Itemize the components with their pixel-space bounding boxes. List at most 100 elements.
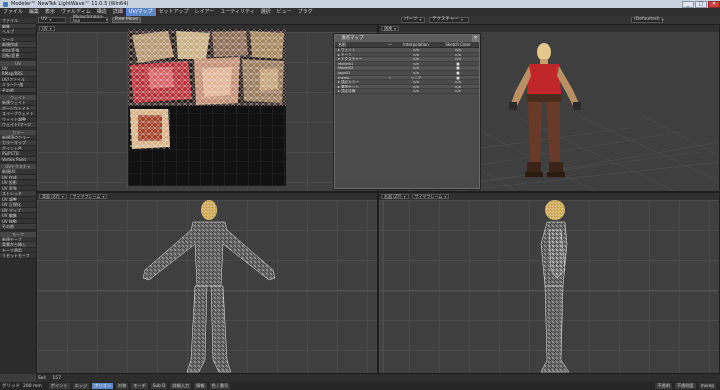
menu-setup[interactable]: セットアップ (156, 8, 192, 16)
menubar: ファイル 編集 表示 ヴァルディム 構造 詳細 UV/マップ セットアップ レイ… (0, 8, 720, 16)
close-button[interactable]: ✕ (708, 0, 720, 8)
shading-select[interactable]: ワイヤフレーム ▾ (411, 193, 450, 199)
row-sketch-color: n/a (455, 57, 461, 62)
maximize-button[interactable]: □ (695, 0, 707, 8)
column-name[interactable]: 名前 (335, 42, 385, 47)
row-interpolation: n/a (413, 89, 419, 94)
chevron-down-icon: ▾ (49, 17, 52, 22)
mode-button[interactable]: 色 / 番号 (209, 383, 231, 389)
row-active-check[interactable] (385, 57, 395, 61)
row-active-check[interactable] (385, 66, 395, 70)
row-sketch-color: n/a (455, 84, 461, 89)
status-line: Sel: 157 (36, 374, 720, 382)
close-icon[interactable]: ✕ (472, 35, 479, 42)
chevron-down-icon: ▾ (61, 193, 64, 199)
shading-select[interactable]: ワイヤフレーム ▾ (69, 193, 108, 199)
sidebar-tool-button[interactable]: その他 (0, 224, 36, 230)
menu-viewport[interactable]: ビュー (274, 8, 295, 16)
layout-select[interactable]: (Defaulted) ▾ (631, 17, 664, 23)
mode-button[interactable]: 情報 (194, 383, 207, 389)
bottom-right-control[interactable]: mxrep (698, 383, 716, 389)
row-active-check[interactable]: ✓ (385, 76, 395, 80)
bottom-right-control[interactable]: 不透明 (655, 383, 672, 389)
row-sketch-color: ■ (456, 75, 460, 80)
mode-button[interactable]: モーデ (131, 383, 148, 389)
chevron-down-icon: ▾ (105, 17, 108, 22)
chevron-down-icon: ▾ (419, 17, 422, 22)
texture-select[interactable]: テクスチャー ▾ (429, 17, 470, 23)
selection-label: Sel: (38, 375, 47, 381)
menu-plugin[interactable]: プラグ (295, 8, 316, 16)
view-type-select[interactable]: 透視 ▾ (381, 25, 400, 31)
minimize-button[interactable]: _ (682, 0, 694, 8)
row-sketch-color: n/a (455, 48, 461, 52)
tool-sidebar: ファイル 編集 ヘルプ ツール 新規作成 追加/変換 回転/変更 UV UV RMap/RRS UV… (0, 16, 36, 374)
row-interpolation: n/a (413, 52, 419, 57)
menu-layer[interactable]: レイアー (192, 8, 218, 16)
mode-button[interactable]: Sub D (150, 383, 168, 389)
sidebar-tool-button[interactable]: Vertex Paint (0, 156, 36, 162)
free-move-button[interactable]: Free Move (112, 17, 142, 23)
shading-label: ワイヤフレーム (414, 193, 443, 199)
row-active-check[interactable] (385, 80, 395, 84)
mode-button[interactable]: ポリゴン (92, 383, 113, 389)
row-active-check[interactable] (385, 48, 395, 52)
toolbar: UV ▾ Mxrechmann-tex ▾ Free Move パーツ ▾ テクスチャ… (36, 15, 720, 24)
row-active-check[interactable] (385, 89, 395, 93)
sidebar-tool-button[interactable]: ウェイト/マージ (0, 122, 36, 128)
mode-button[interactable]: ポイント (48, 383, 70, 389)
uv-texture-map[interactable] (128, 29, 286, 186)
panel-titlebar[interactable]: 頂点マップ ✕ (335, 35, 479, 42)
view-type-select[interactable]: UV ▾ (39, 26, 55, 31)
menu-file[interactable]: ファイル (0, 8, 26, 16)
mode-button[interactable]: 対称 (115, 383, 129, 389)
menu-utility[interactable]: ユーティリティ (217, 8, 257, 16)
row-sketch-color: ■ (456, 70, 460, 75)
row-active-check[interactable] (385, 53, 395, 57)
row-name: Model01 (338, 61, 354, 66)
menu-select[interactable]: 選択 (258, 8, 274, 16)
chevron-down-icon: ▾ (394, 25, 397, 31)
sidebar-tool-button[interactable]: その他 (0, 87, 36, 93)
vertex-map-panel[interactable]: 頂点マップ ✕ 名前 — Interpolation Sketch Color … (334, 34, 480, 189)
menu-uvmap[interactable]: UV/マップ (125, 8, 156, 16)
row-interpolation: n/a (413, 70, 419, 75)
column-flag[interactable]: — (385, 42, 395, 47)
menu-edit[interactable]: 編集 (26, 8, 42, 16)
vertex-map-row[interactable]: ▸ 頂点法線 n/a n/a (335, 89, 479, 94)
layout-select-label: (Defaulted) (634, 17, 660, 22)
parts-select[interactable]: パーツ ▾ (401, 17, 426, 23)
shading-label: ワイヤフレーム (72, 193, 101, 199)
app-icon (3, 1, 8, 7)
row-name: ▸ ウェイト (338, 48, 356, 52)
row-active-check[interactable] (385, 71, 395, 75)
row-sketch-color: ■ (456, 66, 460, 71)
view-type-select[interactable]: 右面 (ZY) ▾ (381, 194, 409, 199)
selection-mode-group: ポイント エッジ ポリゴン 対称 モーデ Sub D 詳細入力 情報色 / 番号 (48, 383, 231, 389)
column-interpolation[interactable]: Interpolation (395, 42, 437, 47)
viewport-side[interactable]: 右面 (ZY) ▾ ワイヤフレーム ▾ (378, 192, 720, 374)
row-interpolation: n/a (413, 61, 419, 66)
sidebar-tool-button[interactable]: リセットモーフ (0, 253, 36, 259)
row-name: ▸ 選択セット (338, 84, 359, 89)
row-active-check[interactable] (385, 62, 395, 66)
menu-view[interactable]: 表示 (42, 8, 58, 16)
morph-select[interactable]: Mxrechmann-tex ▾ (70, 15, 108, 24)
uv-map-select[interactable]: UV ▾ (38, 17, 66, 23)
sidebar-tool-button[interactable]: 回転/変更 (0, 53, 36, 59)
viewport-front[interactable]: 背面 (XY) ▾ ワイヤフレーム ▾ (36, 192, 378, 374)
grid-label: グリッド (2, 384, 20, 389)
chevron-down-icon: ▾ (460, 17, 463, 22)
row-name: Jaga01 (338, 70, 351, 75)
row-active-check[interactable] (385, 85, 395, 89)
row-name: ▸ モーフ (338, 52, 352, 57)
window-titlebar: Modeler™ NewTek LightWave™ 11.0.3 (Win64… (0, 0, 720, 8)
view-type-select[interactable]: 背面 (XY) ▾ (39, 194, 67, 199)
mode-button[interactable]: エッジ (72, 383, 90, 389)
bottom-right-control[interactable]: 不透明度 (674, 383, 696, 389)
morph-select-label: Mxrechmann-tex (73, 15, 104, 24)
menu-detail[interactable]: 詳細 (110, 8, 126, 16)
view-type-label: UV (42, 25, 48, 31)
mode-button[interactable]: 詳細入力 (170, 383, 192, 389)
column-sketch-color[interactable]: Sketch Color (437, 42, 479, 47)
